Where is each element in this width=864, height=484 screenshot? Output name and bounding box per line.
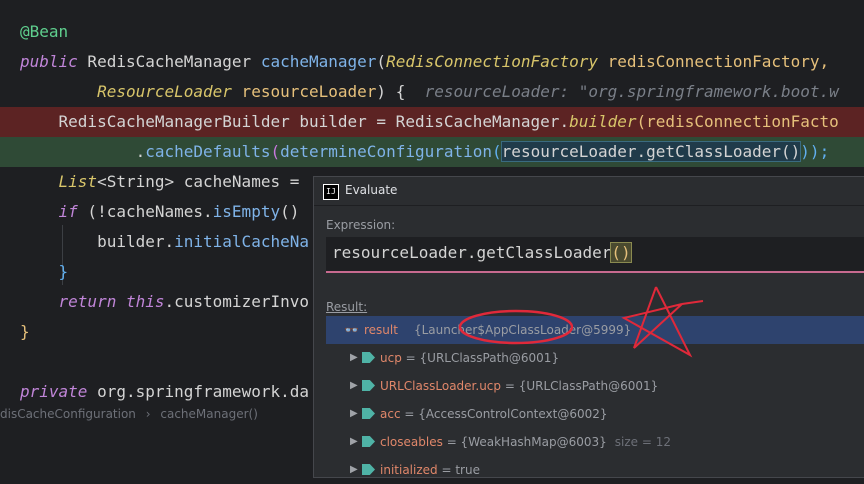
field-name: URLClassLoader.ucp = {URLClassPath@6001}: [380, 379, 659, 393]
field-name: closeables = {WeakHashMap@6003} size = 12: [380, 435, 672, 449]
code-token: (: [376, 52, 387, 71]
code-token: if: [58, 202, 78, 221]
field-value: = {WeakHashMap@6003}: [446, 435, 607, 449]
code-token: this: [125, 292, 165, 311]
result-value: {Launcher$AppClassLoader@5999}: [413, 323, 632, 337]
code-token: (: [636, 112, 647, 131]
code-token: (: [492, 142, 502, 161]
code-token: determineConfiguration: [280, 142, 493, 161]
code-token: @Bean: [20, 22, 69, 41]
chevron-right-icon[interactable]: ▶: [350, 428, 358, 456]
expression-text[interactable]: resourceLoader.getClassLoader(): [332, 242, 632, 263]
code-token: .customizerInvo: [164, 292, 310, 311]
chevron-right-icon[interactable]: ▶: [350, 400, 358, 428]
field-icon: [362, 408, 375, 419]
field-value: = true: [441, 463, 480, 477]
code-token: public: [20, 52, 78, 71]
code-token: resourceLoader: [231, 82, 377, 101]
code-token: (!cacheNames.: [77, 202, 213, 221]
result-tree[interactable]: 👓 result {Launcher$AppClassLoader@5999} ▶…: [326, 316, 864, 484]
chevron-right-icon[interactable]: ▶: [350, 372, 358, 400]
code-token: redisConnectionFacto: [646, 112, 839, 131]
code-token: private: [20, 382, 88, 401]
code-token: List: [58, 172, 98, 191]
code-token: ResourceLoader: [97, 82, 232, 101]
tree-row-result[interactable]: 👓 result {Launcher$AppClassLoader@5999}: [326, 316, 864, 344]
breadcrumb-method[interactable]: cacheManager(): [160, 407, 258, 421]
field-icon: [362, 436, 375, 447]
code-token: RedisCacheManagerBuilder builder = Redis…: [20, 112, 570, 131]
code-token: builder.: [20, 232, 175, 251]
breadcrumb-separator: ›: [145, 407, 151, 421]
code-token: initialCacheNa: [174, 232, 309, 251]
dialog-title: Evaluate: [345, 183, 398, 197]
chevron-right-icon[interactable]: ▶: [350, 456, 358, 484]
result-name: result {Launcher$AppClassLoader@5999}: [364, 323, 632, 337]
code-token: .: [20, 142, 146, 161]
code-token: ));: [800, 142, 830, 161]
tree-row-field[interactable]: ▶ URLClassLoader.ucp = {URLClassPath@6001…: [326, 372, 864, 400]
tree-row-field[interactable]: ▶ acc = {AccessControlContext@6002}: [326, 400, 864, 428]
tree-row-field[interactable]: ▶ initialized = true: [326, 456, 864, 484]
chevron-right-icon[interactable]: ▶: [350, 344, 358, 372]
field-value: = {URLClassPath@6001}: [504, 379, 659, 393]
code-token: RedisConnectionFactory: [386, 52, 598, 71]
code-token: ) {: [376, 82, 425, 101]
field-name: acc = {AccessControlContext@6002}: [380, 407, 608, 421]
field-icon: [362, 352, 375, 363]
code-token: RedisCacheManager: [77, 52, 261, 71]
code-token: resourceLoader.getClassLoader(): [500, 141, 802, 162]
dialog-title-bar[interactable]: IJ Evaluate: [314, 177, 864, 206]
code-token: return: [58, 292, 117, 311]
field-name: initialized = true: [380, 463, 480, 477]
field-extra: size = 12: [614, 435, 672, 449]
code-token: <String> cacheNames =: [97, 172, 309, 191]
glasses-icon: 👓: [344, 323, 359, 337]
evaluate-dialog[interactable]: IJ Evaluate Expression: resourceLoader.g…: [313, 176, 864, 478]
field-name: ucp = {URLClassPath@6001}: [380, 351, 560, 365]
code-token: }: [20, 322, 30, 341]
tree-row-field[interactable]: ▶ closeables = {WeakHashMap@6003} size = 1…: [326, 428, 864, 456]
code-line[interactable]: public RedisCacheManager cacheManager(Re…: [0, 47, 864, 77]
code-token: redisConnectionFactory,: [597, 52, 830, 71]
editor-bottom: [0, 424, 313, 471]
code-token: (): [280, 202, 300, 221]
intellij-icon: IJ: [323, 184, 339, 200]
tree-row-field[interactable]: ▶ ucp = {URLClassPath@6001}: [326, 344, 864, 372]
code-token: cacheManager: [260, 52, 377, 71]
code-line[interactable]: @Bean: [0, 17, 864, 47]
code-line[interactable]: RedisCacheManagerBuilder builder = Redis…: [0, 107, 864, 137]
breadcrumb-class[interactable]: disCacheConfiguration: [0, 407, 136, 421]
expression-bracket: (): [610, 242, 632, 263]
field-value: = {URLClassPath@6001}: [405, 351, 560, 365]
code-token: resourceLoader: "org.springframework.boo…: [424, 82, 839, 101]
code-token: isEmpty: [212, 202, 281, 221]
code-line[interactable]: ResourceLoader resourceLoader) { resourc…: [0, 77, 864, 107]
code-token: }: [20, 262, 69, 281]
code-line[interactable]: .cacheDefaults(determineConfiguration(re…: [0, 137, 864, 167]
code-token: builder: [569, 112, 637, 131]
code-token: org.springframework.da: [87, 382, 309, 401]
field-icon: [362, 464, 375, 475]
expression-main: resourceLoader.getClassLoader: [332, 243, 612, 262]
field-icon: [362, 380, 375, 391]
expression-label: Expression:: [326, 218, 396, 232]
field-value: = {AccessControlContext@6002}: [404, 407, 608, 421]
expression-input[interactable]: resourceLoader.getClassLoader(): [326, 237, 864, 273]
code-token: (: [270, 142, 281, 161]
result-label: Result:: [326, 300, 368, 314]
code-token: cacheDefaults: [145, 142, 271, 161]
